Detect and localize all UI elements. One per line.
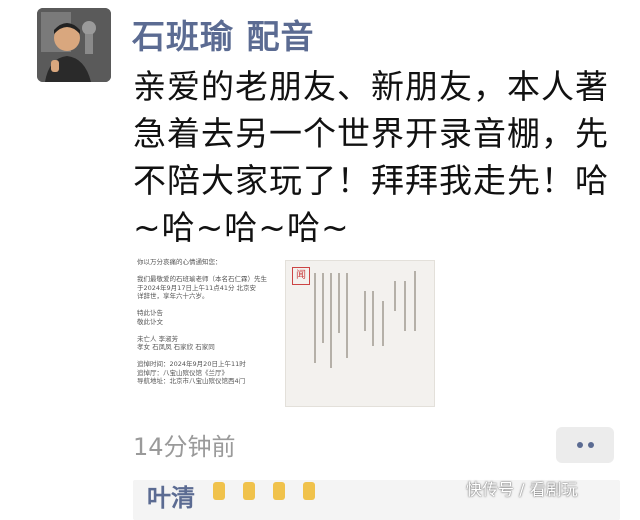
obituary-line [137,352,279,361]
candle-icon [243,482,255,500]
attached-image[interactable]: 你以万分哀痛的心情通知您： 我们最敬爱的石班瑜老师（本名石仁霖）先生 于2024年… [133,250,441,407]
text-column [364,291,366,331]
more-button[interactable] [556,427,614,463]
obituary-line: 导航地址：北京市八宝山殡仪馆西4门 [137,377,246,385]
text-column [372,291,374,346]
more-dot-icon [576,442,583,448]
obituary-line [137,326,279,335]
obituary-line: 追悼厅：八宝山殡仪馆《兰厅》 [137,368,228,377]
text-column [414,271,416,331]
obituary-line: 未亡人 李淑芳 [137,334,179,343]
candle-icon [213,482,225,500]
text-column [338,273,340,333]
text-column [330,273,332,368]
author-name[interactable]: 石班瑜 配音 [132,10,315,58]
seal-mark: 闻 [292,267,310,285]
text-column [314,273,316,363]
obituary-line: 孝女 石凤凤 石家欣 石家同 [137,343,215,351]
watermark: 快传号 / 看剧玩 [466,480,578,499]
avatar[interactable] [37,8,111,82]
text-column [394,281,396,311]
obituary-line: 你以万分哀痛的心情通知您： [137,258,222,266]
post-text: 亲爱的老朋友、新朋友，本人著急着去另一个世界开录音棚，先不陪大家玩了！拜拜我走先… [133,67,609,247]
obituary-line [137,301,279,310]
candle-icon [273,482,285,500]
obituary-line: 敬此讣文 [137,317,163,326]
obituary-line: 我们最敬爱的石班瑜老师（本名石仁霖）先生 [137,275,267,283]
obituary-line: 特此讣告 [137,309,163,317]
avatar-photo-icon [37,8,111,82]
obituary-line: 详辞世，享年六十六岁。 [137,292,209,300]
obituary-line: 于2024年9月17日上午11点41分 北京安 [137,283,257,292]
text-column [382,301,384,346]
post-timestamp: 14分钟前 [133,433,236,461]
text-column [404,281,406,331]
more-dot-icon [587,442,594,448]
text-column [322,273,324,343]
commenter-name[interactable]: 叶清 [147,478,195,513]
obituary-card-image: 闻 [285,260,435,407]
candle-icon [303,482,315,500]
obituary-line [137,267,279,276]
obituary-line: 追悼时间：2024年9月20日上午11时 [137,360,246,368]
text-column [346,273,348,358]
comment-emojis [213,482,315,500]
obituary-text-block: 你以万分哀痛的心情通知您： 我们最敬爱的石班瑜老师（本名石仁霖）先生 于2024年… [133,250,283,407]
